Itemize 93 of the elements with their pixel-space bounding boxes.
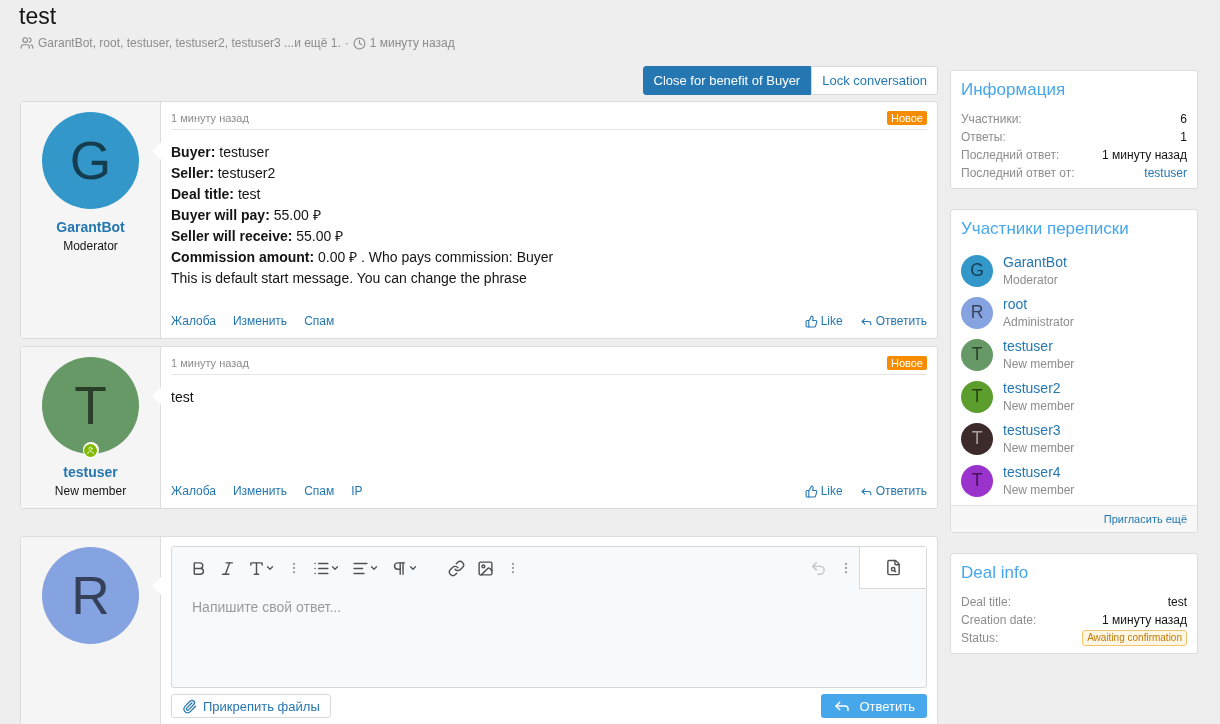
caret-icon bbox=[408, 563, 418, 573]
member-role: Moderator bbox=[1003, 273, 1059, 287]
member-role: New member bbox=[1003, 399, 1075, 413]
card-title: Информация bbox=[960, 79, 1067, 101]
message-line: Seller will receive: 55.00 ₽ bbox=[171, 227, 345, 246]
info-value: test bbox=[1167, 594, 1187, 611]
member-link[interactable]: testuser2 bbox=[1003, 380, 1075, 396]
member-role: New member bbox=[1003, 357, 1075, 371]
info-value: 6 bbox=[1180, 111, 1187, 128]
lock-button[interactable]: Lock conversation bbox=[811, 66, 938, 95]
separator: · bbox=[344, 36, 349, 50]
reply-link[interactable]: Ответить bbox=[859, 484, 927, 498]
message-line: This is default start message. You can change the phrase bbox=[171, 269, 528, 288]
member-avatar: T bbox=[961, 422, 993, 455]
card-title: Участники переписки bbox=[960, 218, 1130, 240]
thumbs-up-icon bbox=[804, 314, 818, 328]
message-line: Commission amount: 0.00 ₽ . Who pays commission: Buyer bbox=[171, 248, 555, 267]
member-link[interactable]: GarantBot bbox=[1003, 254, 1067, 270]
participants-list: GarantBot, root, testuser, testuser2, testuser3 ...и ещё 1. bbox=[38, 36, 341, 50]
paragraph-icon bbox=[391, 559, 408, 577]
close-deal-button[interactable]: Close for benefit of Buyer bbox=[642, 66, 812, 95]
member-link[interactable]: testuser3 bbox=[1003, 422, 1075, 438]
reply-input[interactable]: Напишите свой ответ... bbox=[172, 589, 926, 687]
info-label: Status: bbox=[961, 630, 999, 647]
member-role: New member bbox=[1003, 483, 1075, 497]
member-link[interactable]: testuser bbox=[1003, 338, 1075, 354]
info-label: Участники: bbox=[961, 111, 1022, 128]
member-role: New member bbox=[1003, 441, 1075, 455]
post-action-link[interactable]: Спам bbox=[304, 484, 335, 498]
preview-icon bbox=[884, 559, 902, 576]
member-avatar: G bbox=[961, 254, 993, 287]
caret-icon bbox=[330, 563, 340, 573]
post-action-link[interactable]: Спам bbox=[304, 314, 335, 328]
member-avatar: T bbox=[961, 464, 993, 497]
caret-icon bbox=[265, 563, 275, 573]
post-action-link[interactable]: Изменить bbox=[233, 314, 288, 328]
link-icon bbox=[448, 559, 465, 577]
message-line: test bbox=[171, 388, 195, 407]
info-label: Deal title: bbox=[961, 594, 1012, 611]
member-link[interactable]: root bbox=[1003, 296, 1074, 312]
preview-button[interactable] bbox=[859, 547, 926, 589]
card-title: Deal info bbox=[960, 562, 1030, 584]
info-value: 1 минуту назад bbox=[1102, 612, 1187, 629]
info-label: Ответы: bbox=[961, 129, 1006, 146]
message-line: Deal title: test bbox=[171, 185, 262, 204]
author-link[interactable]: testuser bbox=[63, 464, 118, 480]
message-line: Buyer will pay: 55.00 ₽ bbox=[171, 206, 322, 225]
author-link[interactable]: GarantBot bbox=[56, 219, 125, 235]
users-icon bbox=[20, 36, 34, 50]
caret-icon bbox=[369, 563, 379, 573]
clock-icon bbox=[352, 36, 366, 50]
post-action-link[interactable]: Жалоба bbox=[171, 484, 216, 498]
member-role: Administrator bbox=[1003, 315, 1074, 329]
member-link[interactable]: testuser4 bbox=[1003, 464, 1075, 480]
user-role: Moderator bbox=[63, 239, 118, 253]
message-line: Buyer: testuser bbox=[171, 143, 271, 162]
info-value: 1 минуту назад bbox=[1102, 147, 1187, 164]
thumbs-up-icon bbox=[804, 484, 818, 498]
post-action-link[interactable]: Жалоба bbox=[171, 314, 216, 328]
member-avatar: T bbox=[961, 338, 993, 371]
user-avatar: G bbox=[42, 112, 139, 209]
member-avatar: R bbox=[961, 296, 993, 329]
last-reply-user-link[interactable]: testuser bbox=[1144, 164, 1187, 182]
attach-files-button[interactable]: Прикрепить файлы bbox=[171, 694, 331, 718]
reply-editor[interactable]: Напишите свой ответ... bbox=[171, 546, 927, 688]
undo-icon bbox=[810, 559, 827, 577]
thread-title: test bbox=[19, 3, 58, 30]
info-value: 1 bbox=[1180, 129, 1187, 146]
thread-time: 1 минуту назад bbox=[369, 36, 455, 50]
text-size-icon bbox=[248, 559, 265, 577]
info-label: Последний ответ: bbox=[961, 147, 1060, 164]
paperclip-icon bbox=[182, 698, 197, 714]
post-time: 1 минуту назад bbox=[171, 112, 249, 124]
post-action-link[interactable]: IP bbox=[351, 484, 363, 498]
user-role: New member bbox=[54, 484, 127, 498]
post-time: 1 минуту назад bbox=[171, 357, 249, 369]
italic-icon bbox=[219, 559, 236, 577]
like-link[interactable]: Like bbox=[804, 484, 843, 498]
like-link[interactable]: Like bbox=[804, 314, 843, 328]
info-label: Creation date: bbox=[961, 612, 1037, 629]
member-avatar: T bbox=[961, 380, 993, 413]
invite-link[interactable]: Пригласить ещё bbox=[1103, 513, 1187, 525]
reply-link[interactable]: Ответить bbox=[859, 314, 927, 328]
new-badge: Новое bbox=[886, 356, 927, 370]
user-avatar: T bbox=[42, 357, 139, 454]
message-line: Seller: testuser2 bbox=[171, 164, 277, 183]
info-label: Последний ответ от: bbox=[961, 165, 1075, 182]
submit-reply-button[interactable]: Ответить bbox=[821, 694, 927, 718]
image-icon bbox=[477, 559, 494, 577]
user-avatar: R bbox=[42, 547, 139, 644]
new-badge: Новое bbox=[886, 111, 927, 125]
status-badge: Awaiting confirmation bbox=[1082, 630, 1187, 646]
post-action-link[interactable]: Изменить bbox=[233, 484, 288, 498]
